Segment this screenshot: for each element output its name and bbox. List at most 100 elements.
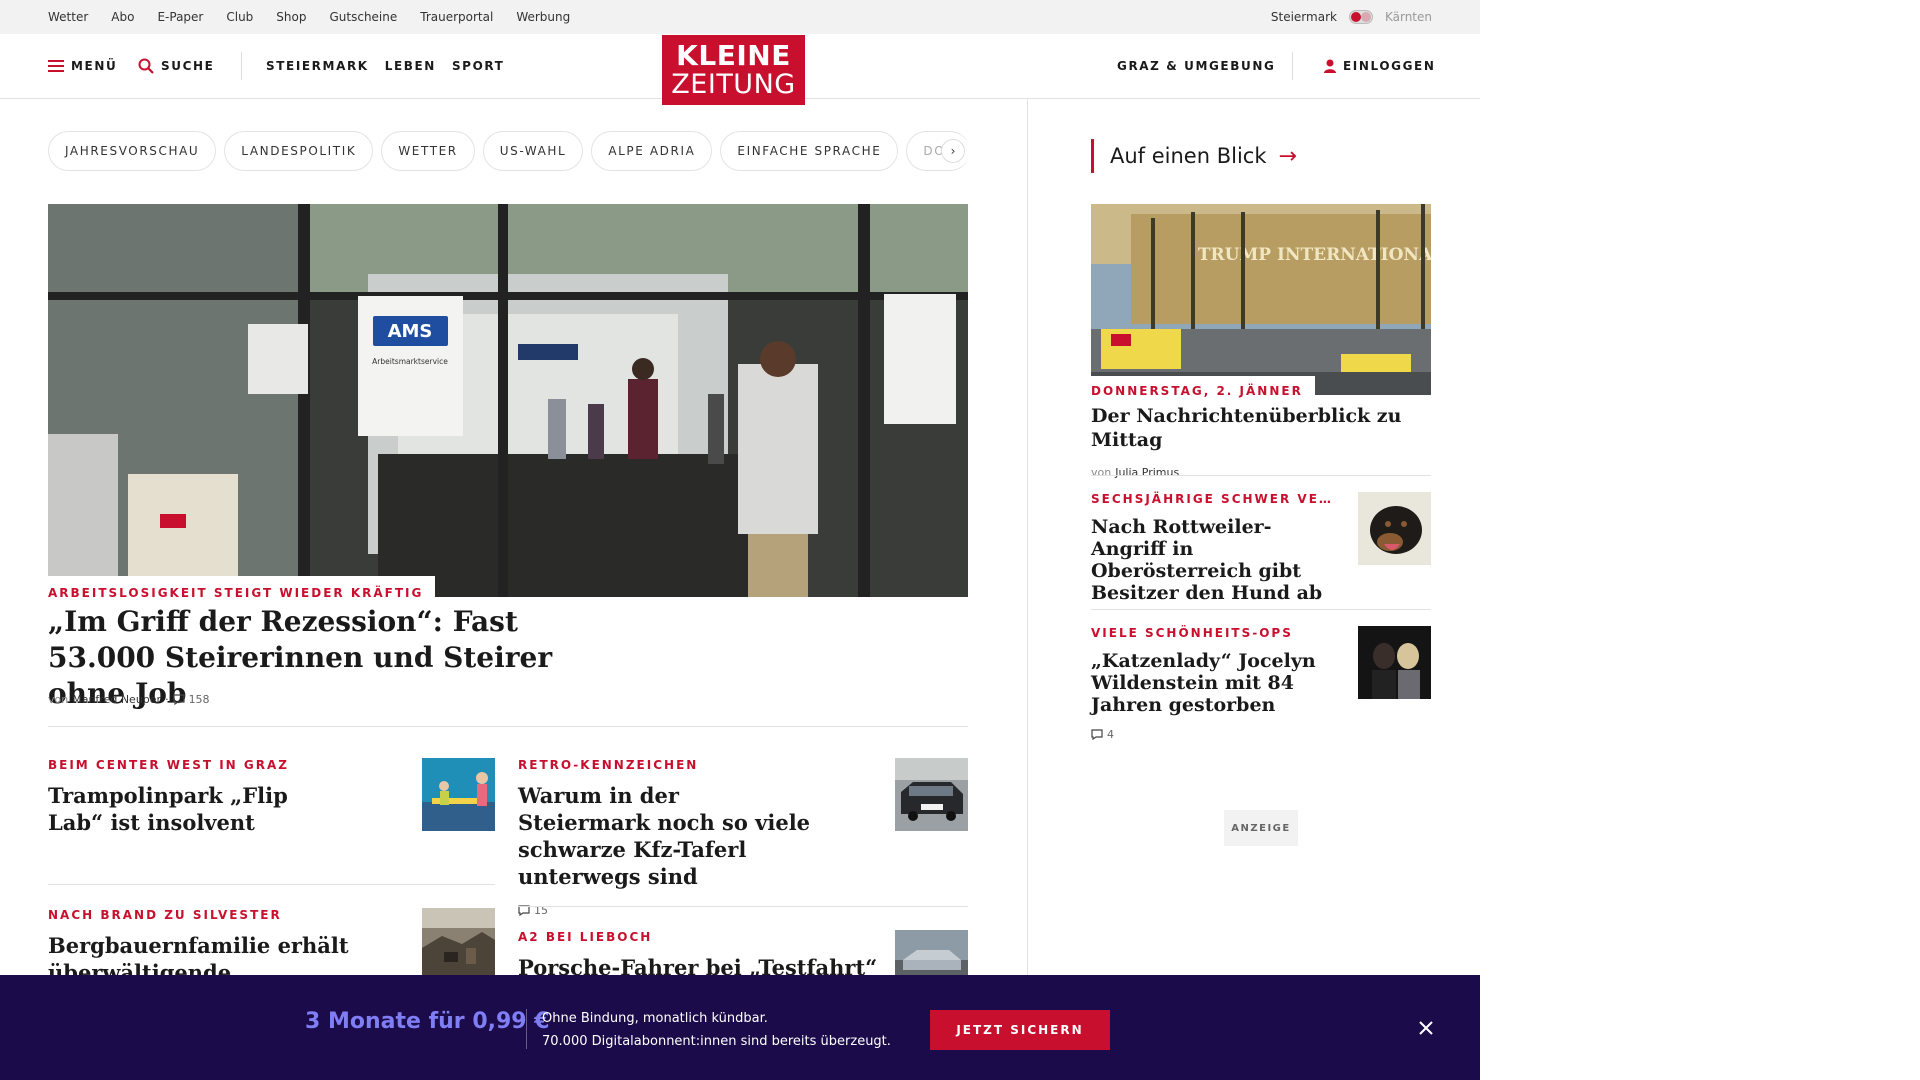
sidebar-main-image[interactable]: TRUMP INTERNATIONAL — [1091, 204, 1431, 395]
menu-label: MENÜ — [71, 59, 118, 73]
hero-image[interactable]: AMS Arbeitsmarktservice — [48, 204, 968, 597]
chip-alpe-adria[interactable]: ALPE ADRIA — [591, 131, 713, 171]
sidebar-article[interactable]: VIELE SCHÖNHEITS-OPS „Katzenlady“ Jocely… — [1091, 626, 1341, 741]
article-thumbnail[interactable] — [895, 758, 968, 831]
chip-einfache-sprache[interactable]: EINFACHE SPRACHE — [720, 131, 899, 171]
page: Wetter Abo E-Paper Club Shop Gutscheine … — [0, 0, 1480, 1080]
sidebar-main-title[interactable]: Der Nachrichtenüberblick zu Mittag — [1091, 404, 1431, 452]
sidebar-article-kicker: VIELE SCHÖNHEITS-OPS — [1091, 626, 1293, 640]
promo-line-2: 70.000 Digitalabonnent:innen sind bereit… — [542, 1034, 891, 1049]
sidebar-main-kicker-text: DONNERSTAG, 2. JÄNNER — [1091, 384, 1303, 398]
article-card[interactable]: RETRO-KENNZEICHEN Warum in der Steiermar… — [518, 758, 858, 917]
rottweiler-photo — [1358, 492, 1431, 565]
utility-link-wetter[interactable]: Wetter — [48, 10, 88, 24]
sidebar-article-meta: 4 — [1091, 728, 1341, 741]
sidebar-main-card[interactable]: Der Nachrichtenüberblick zu Mittag von J… — [1091, 404, 1431, 479]
article-card[interactable]: BEIM CENTER WEST IN GRAZ Trampolinpark „… — [48, 758, 408, 836]
subscribe-button[interactable]: JETZT SICHERN — [930, 1010, 1110, 1050]
article-title[interactable]: Warum in der Steiermark noch so viele sc… — [518, 782, 818, 890]
utility-link-gutscheine[interactable]: Gutscheine — [329, 10, 397, 24]
promo-text: Ohne Bindung, monatlich kündbar. 70.000 … — [542, 1007, 891, 1053]
comment-icon — [172, 694, 185, 705]
search-icon — [138, 58, 154, 74]
nav-leben[interactable]: LEBEN — [385, 59, 436, 73]
region-steiermark[interactable]: Steiermark — [1271, 10, 1337, 24]
hero-kicker-text: ARBEITSLOSIGKEIT STEIGT WIEDER KRÄFTIG — [48, 586, 424, 600]
menu-button[interactable]: MENÜ — [48, 34, 117, 98]
arrow-right-icon: → — [1278, 143, 1297, 169]
chip-landespolitik[interactable]: LANDESPOLITIK — [224, 131, 374, 171]
utility-link-werbung[interactable]: Werbung — [516, 10, 570, 24]
byline-prefix: von — [48, 693, 69, 706]
local-nav-graz[interactable]: GRAZ & UMGEBUNG — [1117, 34, 1275, 98]
ad-label: ANZEIGE — [1224, 810, 1298, 846]
region-switch: Steiermark Kärnten — [1271, 0, 1432, 34]
sidebar-heading-text: Auf einen Blick — [1110, 144, 1267, 168]
utility-link-shop[interactable]: Shop — [276, 10, 306, 24]
sidebar-comment-count[interactable]: 4 — [1107, 728, 1114, 741]
utility-links: Wetter Abo E-Paper Club Shop Gutscheine … — [48, 0, 593, 34]
close-x-glyph — [1419, 1021, 1433, 1035]
comment-icon — [1091, 729, 1103, 740]
main-header: MENÜ SUCHE STEIERMARK LEBEN SPORT KLEINE… — [0, 34, 1480, 105]
black-car-photo — [895, 758, 968, 831]
sidebar-heading[interactable]: Auf einen Blick → — [1091, 139, 1297, 173]
header-divider-right — [1292, 52, 1293, 80]
sidebar-main-kicker: DONNERSTAG, 2. JÄNNER — [1091, 376, 1315, 398]
sidebar-article-thumbnail[interactable] — [1358, 492, 1431, 565]
chip-wetter[interactable]: WETTER — [381, 131, 475, 171]
fire-ruins-photo — [422, 908, 495, 981]
chip-us-wahl[interactable]: US-WAHL — [482, 131, 584, 171]
region-kaernten[interactable]: Kärnten — [1385, 10, 1432, 24]
sidebar-article[interactable]: SECHSJÄHRIGE SCHWER VE… Nach Rottweiler-… — [1091, 492, 1341, 604]
login-button[interactable]: EINLOGGEN — [1324, 34, 1435, 98]
utility-link-trauerportal[interactable]: Trauerportal — [420, 10, 493, 24]
hero-divider — [48, 726, 968, 727]
hero-byline: von Manfred Neuper · 158 — [48, 693, 210, 706]
header-divider — [241, 52, 242, 80]
sidebar-article-title[interactable]: Nach Rottweiler-Angriff in Oberösterreic… — [1091, 516, 1336, 604]
subscription-banner: 3 Monate für 0,99 € Ohne Bindung, monatl… — [0, 975, 1480, 1080]
utility-link-abo[interactable]: Abo — [111, 10, 134, 24]
trump-hotel-photo: TRUMP INTERNATIONAL — [1091, 204, 1431, 395]
byline-prefix: von — [1091, 466, 1112, 479]
search-button[interactable]: SUCHE — [138, 34, 214, 98]
article-thumbnail[interactable] — [422, 758, 495, 831]
close-icon[interactable] — [1418, 1019, 1434, 1039]
photo-sign-text: TRUMP INTERNATIONAL — [1198, 245, 1431, 265]
search-label: SUCHE — [161, 59, 215, 73]
chip-jahresvorschau[interactable]: JAHRESVORSCHAU — [48, 131, 217, 171]
hero-author[interactable]: Manfred Neuper — [72, 693, 161, 706]
wildenstein-photo — [1358, 626, 1431, 699]
sidebar-main-author[interactable]: Julia Primus — [1115, 466, 1179, 479]
article-kicker: RETRO-KENNZEICHEN — [518, 758, 699, 772]
hamburger-icon — [48, 60, 64, 72]
article-card[interactable]: A2 BEI LIEBOCH Porsche-Fahrer bei „Testf… — [518, 930, 878, 981]
hero-kicker: ARBEITSLOSIGKEIT STEIGT WIEDER KRÄFTIG — [48, 576, 436, 604]
hero-comment-count[interactable]: 158 — [189, 693, 210, 706]
promo-divider — [526, 1009, 527, 1049]
sidebar-article-title[interactable]: „Katzenlady“ Jocelyn Wildenstein mit 84 … — [1091, 650, 1336, 716]
region-toggle[interactable] — [1348, 10, 1373, 24]
column-divider — [1027, 99, 1028, 1080]
chevron-right-icon[interactable]: › — [941, 139, 965, 163]
kleine-zeitung-logo[interactable]: KLEINE ZEITUNG — [662, 35, 805, 105]
nav-steiermark[interactable]: STEIERMARK — [266, 59, 369, 73]
sidebar-article-thumbnail[interactable] — [1358, 626, 1431, 699]
nav-sport[interactable]: SPORT — [452, 59, 505, 73]
login-label: EINLOGGEN — [1343, 59, 1436, 73]
article-kicker: BEIM CENTER WEST IN GRAZ — [48, 758, 289, 772]
user-icon — [1324, 59, 1336, 73]
utility-bar: Wetter Abo E-Paper Club Shop Gutscheine … — [0, 0, 1480, 34]
utility-link-epaper[interactable]: E-Paper — [157, 10, 203, 24]
article-kicker: A2 BEI LIEBOCH — [518, 930, 653, 944]
article-title[interactable]: Trampolinpark „Flip Lab“ ist insolvent — [48, 782, 298, 836]
promo-line-1: Ohne Bindung, monatlich kündbar. — [542, 1011, 768, 1026]
local-nav-label: GRAZ & UMGEBUNG — [1117, 59, 1276, 73]
article-divider — [518, 906, 968, 907]
hero-sign-ams: AMS — [388, 321, 433, 342]
article-thumbnail[interactable] — [422, 908, 495, 981]
utility-link-club[interactable]: Club — [226, 10, 253, 24]
article-kicker: NACH BRAND ZU SILVESTER — [48, 908, 282, 922]
byline-separator: · — [165, 693, 169, 706]
